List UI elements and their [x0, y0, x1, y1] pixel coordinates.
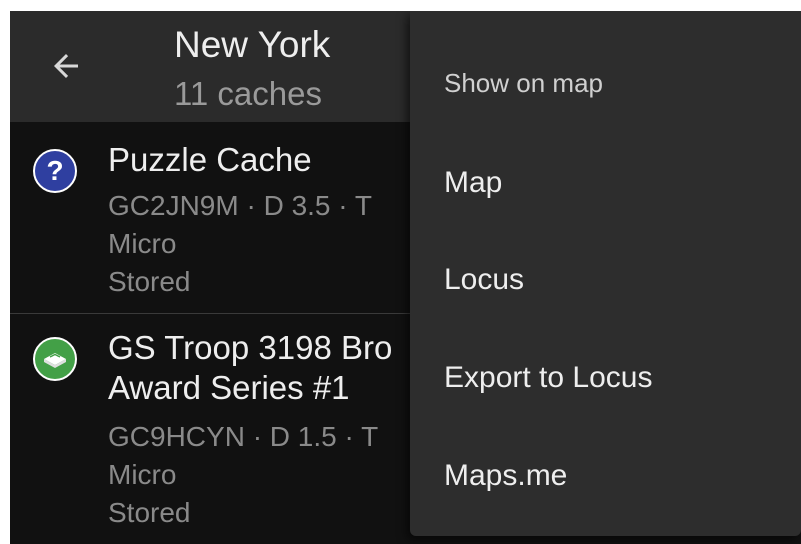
back-button[interactable]	[44, 44, 88, 88]
cache-title: Puzzle Cache	[108, 141, 312, 178]
overflow-menu: Show on map Map Locus Export to Locus Ma…	[410, 11, 801, 536]
menu-header: Show on map	[444, 68, 603, 98]
cache-title-line-1: GS Troop 3198 Bro	[108, 329, 393, 366]
menu-item-export-to-locus[interactable]: Export to Locus	[410, 336, 801, 420]
menu-item-locus[interactable]: Locus	[410, 238, 801, 322]
menu-item-map[interactable]: Map	[410, 141, 801, 225]
arrow-back-icon	[54, 54, 78, 78]
question-mark-icon: ?	[33, 149, 77, 193]
cache-status: Stored	[108, 266, 191, 297]
page-title: New York	[174, 24, 331, 65]
cache-size: Micro	[108, 459, 177, 490]
page-subtitle: 11 caches	[174, 75, 322, 112]
menu-item-maps-me[interactable]: Maps.me	[410, 434, 801, 518]
traditional-cache-icon	[33, 337, 77, 381]
cache-size: Micro	[108, 228, 177, 259]
app-window: New York 11 caches ? Puzzle Cache GC2JN9…	[10, 11, 801, 544]
cache-title-line-2: Award Series #1	[108, 369, 350, 406]
cache-code-line: GC9HCYN · D 1.5 · T	[108, 421, 379, 452]
cache-code-line: GC2JN9M · D 3.5 · T	[108, 190, 372, 221]
cache-status: Stored	[108, 497, 191, 528]
